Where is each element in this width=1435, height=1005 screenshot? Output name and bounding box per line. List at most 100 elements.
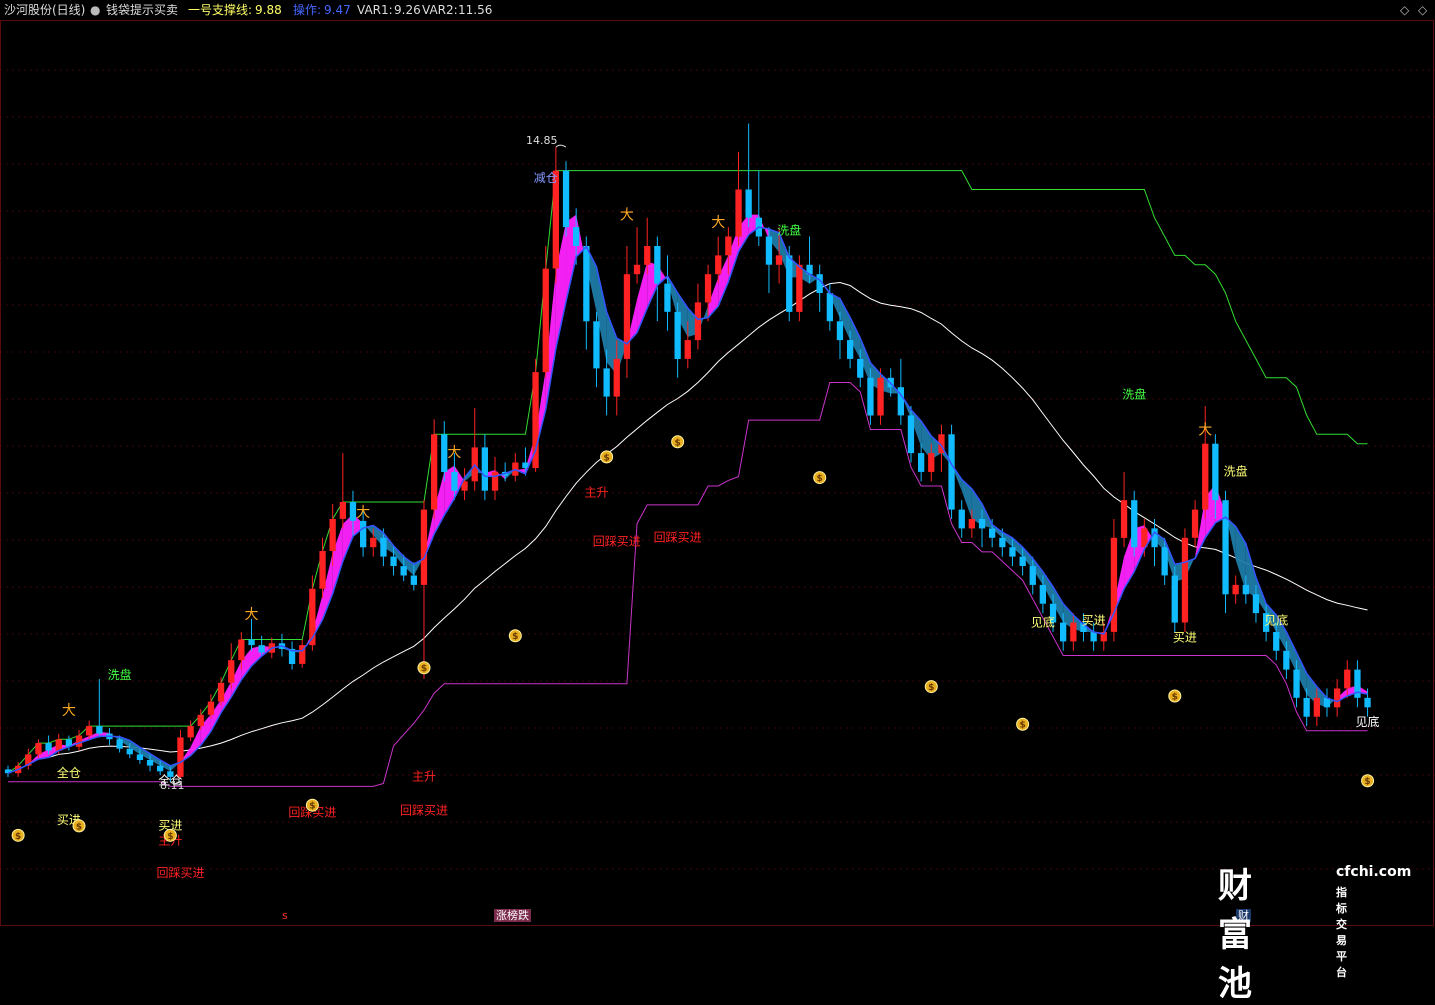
bottom-tag-rank[interactable]: 涨榜跌 — [494, 909, 531, 922]
candle-body — [654, 246, 661, 284]
candle-body — [603, 368, 610, 397]
candle-body — [562, 170, 570, 228]
candle-body — [370, 537, 377, 548]
candle-body — [796, 264, 803, 312]
indicator-name[interactable]: 钱袋提示买卖 — [106, 0, 178, 20]
candle-body — [420, 509, 428, 585]
candle-body — [694, 302, 702, 341]
more-icon[interactable]: ◇ — [1418, 2, 1427, 18]
money-bag-symbol: $ — [15, 832, 21, 842]
low-price-label: 8.11 — [160, 779, 185, 792]
runner-icon: 大 — [711, 215, 725, 231]
watermark-url: cfchi.com — [1336, 864, 1412, 880]
candle-body — [593, 321, 600, 369]
money-bag-symbol: $ — [675, 438, 681, 448]
runner-icon: 大 — [447, 445, 461, 461]
money-bag-symbol: $ — [928, 683, 934, 693]
candle-body — [583, 246, 590, 322]
candle-body — [573, 227, 580, 246]
candle-body — [1029, 566, 1036, 585]
money-bag-symbol: $ — [817, 474, 823, 484]
candle-body — [1151, 528, 1158, 548]
candle-body — [146, 760, 154, 766]
candle-body — [542, 268, 549, 373]
watermark-sub: 指标交易平台 — [1336, 886, 1347, 979]
signal-label: 主升 — [584, 485, 608, 499]
candle-body — [339, 502, 346, 519]
runner-icon: 大 — [620, 208, 634, 224]
support-line-green — [7, 170, 1368, 774]
candle-body — [248, 639, 255, 646]
money-bag-symbol: $ — [421, 664, 427, 674]
stock-title[interactable]: 沙河股份(日线) — [4, 0, 85, 20]
signal-label: 回踩买进 — [654, 531, 702, 545]
moving-average-blue — [7, 226, 1368, 774]
candle-body — [928, 453, 935, 472]
candle-body — [999, 537, 1006, 548]
candle-body — [613, 358, 620, 397]
trend-bands — [8, 214, 1368, 774]
bottom-tag-s[interactable]: s — [280, 909, 290, 922]
candle-body — [157, 765, 164, 772]
candle-body — [177, 737, 184, 777]
candle-body — [86, 726, 93, 736]
var1-label: VAR1: — [357, 3, 393, 17]
candle-body — [1242, 584, 1249, 595]
candle-body — [1252, 594, 1260, 614]
candle-body — [1090, 632, 1097, 642]
candle-body — [867, 377, 874, 416]
candle-body — [319, 551, 326, 589]
signal-label: 洗盘 — [777, 223, 801, 238]
candle-body — [35, 743, 42, 755]
candle-body — [1131, 500, 1138, 548]
candle-body — [1019, 556, 1026, 566]
signal-label: 主升 — [412, 770, 436, 784]
candle-body — [360, 520, 367, 548]
candle-body — [989, 528, 996, 538]
diamond-icon[interactable]: ◇ — [1400, 2, 1409, 18]
candle-body — [1273, 632, 1280, 651]
candle-body — [116, 739, 123, 749]
money-bag-symbol: $ — [1364, 777, 1370, 787]
candle-body — [126, 748, 133, 755]
candle-body — [1120, 500, 1128, 538]
candle-body — [552, 170, 559, 269]
runner-icon: 大 — [245, 607, 259, 623]
runner-icon: 大 — [1198, 422, 1212, 438]
candle-body — [664, 283, 671, 312]
candle-body — [1161, 547, 1168, 576]
candle-body — [633, 264, 641, 275]
candle-body — [978, 519, 986, 529]
candle-body — [431, 434, 438, 510]
candle-body — [136, 754, 144, 760]
band-segment — [342, 513, 353, 562]
var2-value: 11.56 — [458, 3, 493, 17]
support-label: 一号支撑线: — [188, 3, 253, 17]
candle-body — [623, 274, 631, 359]
candle-body — [968, 519, 975, 529]
settings-icon[interactable]: ● — [90, 0, 100, 20]
candle-body — [704, 274, 712, 303]
candle-body — [725, 236, 732, 256]
high-price-label: 14.85 — [526, 134, 558, 147]
money-bag-symbol: $ — [1019, 721, 1025, 731]
candle-body — [96, 726, 103, 734]
candle-body — [75, 735, 83, 747]
candle-body — [836, 321, 844, 341]
candle-body — [187, 726, 194, 738]
signal-label: 见底 — [1264, 612, 1288, 627]
money-bag-symbol: $ — [309, 802, 315, 812]
candle-body — [958, 509, 965, 529]
signal-label: 洗盘 — [1122, 386, 1146, 401]
candle-body — [1293, 669, 1300, 698]
runner-icon: 大 — [62, 703, 76, 719]
watermark-brand: 财富池 — [1218, 866, 1253, 1004]
candle-body — [1364, 697, 1371, 708]
signal-label: 回踩买进 — [156, 866, 204, 880]
candle-body — [1039, 584, 1046, 604]
candle-body — [877, 377, 884, 416]
candle-body — [1009, 547, 1016, 557]
candle-body — [857, 358, 864, 378]
price-chart: 全仓买进洗盘买进全仓主升回踩买进回踩买进主升回踩买进减仓主升回踩买进回踩买进洗盘… — [0, 20, 1435, 926]
candle-body — [207, 701, 215, 715]
